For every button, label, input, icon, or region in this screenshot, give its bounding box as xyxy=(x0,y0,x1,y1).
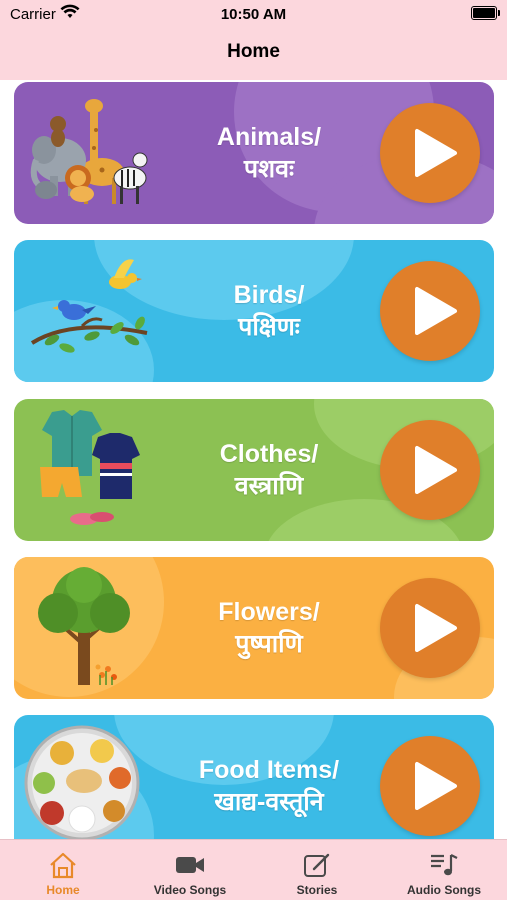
tab-label: Stories xyxy=(296,883,338,897)
navigation-bar: Home xyxy=(0,30,507,80)
category-title-english: Flowers/ xyxy=(218,598,320,626)
category-title-sanskrit: पुष्पाणि xyxy=(235,630,303,658)
tab-label: Home xyxy=(46,883,80,897)
category-label: Food Items/ खाद्य-वस्तूनि xyxy=(154,754,384,818)
status-bar: Carrier 10:50 AM xyxy=(0,0,507,30)
play-icon xyxy=(415,446,457,494)
category-card-flowers[interactable]: Flowers/ पुष्पाणि xyxy=(14,557,494,699)
play-icon xyxy=(415,129,457,177)
category-title-english: Food Items/ xyxy=(198,756,340,784)
food-plate-illustration xyxy=(24,725,140,840)
play-button[interactable] xyxy=(380,736,480,836)
play-button[interactable] xyxy=(380,261,480,361)
tab-label: Audio Songs xyxy=(407,883,481,897)
category-title-sanskrit: वस्त्राणि xyxy=(234,472,304,500)
category-list[interactable]: Animals/ पशवः Birds/ पक्षिणः Clothes/ वस… xyxy=(0,80,507,840)
animals-illustration xyxy=(30,99,148,204)
page-title: Home xyxy=(227,41,280,62)
tree-illustration xyxy=(38,567,130,685)
tab-bar: Home Video Songs Stories Audio Songs xyxy=(0,839,507,900)
tab-stories[interactable]: Stories xyxy=(254,840,380,900)
play-button[interactable] xyxy=(380,420,480,520)
tab-video-songs[interactable]: Video Songs xyxy=(127,840,253,900)
category-card-food-items[interactable]: Food Items/ खाद्य-वस्तूनि xyxy=(14,715,494,840)
clothes-illustration xyxy=(40,410,140,525)
play-icon xyxy=(415,604,457,652)
play-button[interactable] xyxy=(380,578,480,678)
category-label: Animals/ पशवः xyxy=(154,121,384,185)
category-label: Clothes/ वस्त्राणि xyxy=(154,438,384,502)
music-list-icon xyxy=(431,854,458,876)
clock: 10:50 AM xyxy=(220,6,287,23)
category-card-birds[interactable]: Birds/ पक्षिणः xyxy=(14,240,494,382)
category-card-clothes[interactable]: Clothes/ वस्त्राणि xyxy=(14,399,494,541)
category-label: Flowers/ पुष्पाणि xyxy=(154,596,384,660)
tab-audio-songs[interactable]: Audio Songs xyxy=(381,840,507,900)
home-icon xyxy=(50,852,76,879)
category-title-sanskrit: खाद्य-वस्तूनि xyxy=(214,788,324,816)
category-title-sanskrit: पक्षिणः xyxy=(238,313,300,341)
category-title-english: Animals/ xyxy=(216,123,322,151)
category-card-animals[interactable]: Animals/ पशवः xyxy=(14,82,494,224)
play-icon xyxy=(415,287,457,335)
tab-label: Video Songs xyxy=(153,883,227,897)
category-title-sanskrit: पशवः xyxy=(243,155,295,183)
play-button[interactable] xyxy=(380,103,480,203)
play-icon xyxy=(415,762,457,810)
category-title-english: Clothes/ xyxy=(219,440,319,468)
birds-illustration xyxy=(30,259,148,353)
category-title-english: Birds/ xyxy=(233,281,305,309)
category-label: Birds/ पक्षिणः xyxy=(154,279,384,343)
edit-icon xyxy=(304,853,330,877)
video-camera-icon xyxy=(176,857,204,873)
battery-icon xyxy=(471,6,500,20)
tab-home[interactable]: Home xyxy=(0,840,126,900)
